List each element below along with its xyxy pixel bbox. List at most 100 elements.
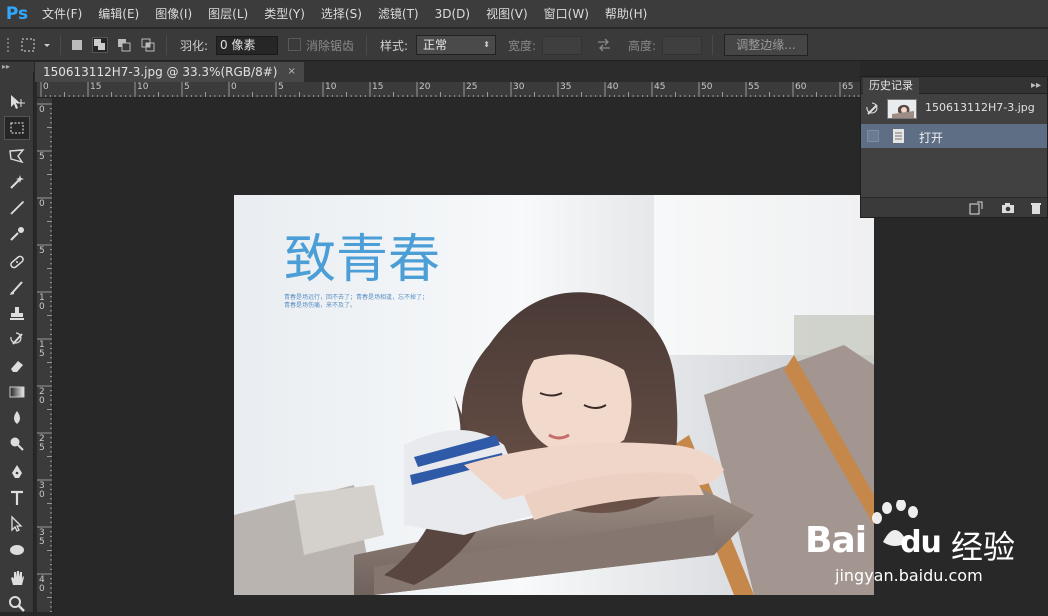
menu-filter[interactable]: 滤镜(T) [370, 0, 427, 28]
style-select-value: 正常 [423, 38, 448, 52]
watermark-brand-du: du [900, 525, 942, 560]
history-snapshot-row[interactable]: 150613112H7-3.jpg [861, 96, 1047, 122]
baidu-jingyan-watermark: Bai du 经验 jingyan.baidu.com [805, 499, 1045, 590]
ruler-label: 0 [231, 82, 237, 92]
new-selection-icon[interactable] [69, 37, 85, 53]
width-label: 宽度: [508, 39, 537, 53]
history-step-open[interactable]: 打开 [861, 124, 1047, 148]
ruler-label: 5 [278, 82, 284, 92]
select-arrows-icon: ⬍ [483, 40, 490, 49]
lasso-icon[interactable] [4, 144, 30, 168]
document-image[interactable]: 致青春 青春是场远行，回不去了；青春是场相逢，忘不掉了； 青春是场伤痛，来不及了… [234, 195, 874, 595]
gradient-icon[interactable] [4, 380, 30, 404]
add-selection-icon[interactable] [92, 37, 108, 53]
snapshot-brush-icon[interactable] [865, 101, 881, 117]
ruler-label: 45 [654, 82, 666, 92]
marquee-icon[interactable] [4, 116, 30, 140]
history-tab[interactable]: 历史记录 [863, 78, 919, 94]
ruler-label: 40 [607, 82, 619, 92]
ruler-label: 2 5 [39, 434, 45, 453]
ruler-label: 10 [137, 82, 149, 92]
step-open-label: 打开 [919, 131, 944, 145]
brush-icon[interactable] [4, 276, 30, 300]
ruler-label: 5 [39, 246, 45, 256]
menu-window[interactable]: 窗口(W) [536, 0, 597, 28]
eyedropper-icon[interactable] [4, 222, 30, 246]
menu-file[interactable]: 文件(F) [34, 0, 90, 28]
ruler-label: 65 [842, 82, 854, 92]
ruler-label: 4 0 [39, 575, 45, 594]
style-label: 样式: [380, 39, 409, 53]
clone-stamp-icon[interactable] [4, 302, 30, 326]
menu-view[interactable]: 视图(V) [478, 0, 536, 28]
document-tab[interactable]: 150613112H7-3.jpg @ 33.3%(RGB/8#) × [35, 62, 304, 82]
ruler-label: 25 [466, 82, 478, 92]
history-panel: 历史记录 ▸▸ 150613112H7-3.jpg 打开 [860, 76, 1048, 218]
zoom-icon[interactable] [4, 592, 30, 616]
rect-marquee-preset-icon[interactable] [20, 37, 36, 53]
ruler-label: 1 5 [39, 340, 45, 359]
photo-caption-2: 青春是场伤痛，来不及了。 [284, 301, 356, 309]
menu-edit[interactable]: 编辑(E) [90, 0, 147, 28]
menu-type[interactable]: 类型(Y) [256, 0, 313, 28]
ruler-label: 5 [39, 152, 45, 162]
camera-icon[interactable] [1001, 201, 1015, 215]
menu-image[interactable]: 图像(I) [147, 0, 200, 28]
snapshot-thumbnail [887, 99, 917, 119]
photo-illustration: 致青春 青春是场远行，回不去了；青春是场相逢，忘不掉了； 青春是场伤痛，来不及了… [234, 195, 874, 595]
ellipse-icon[interactable] [4, 538, 30, 562]
menu-select[interactable]: 选择(S) [313, 0, 370, 28]
document-tab-title: 150613112H7-3.jpg @ 33.3%(RGB/8#) [43, 65, 278, 79]
toolbar-collapse-icon[interactable]: ▸▸ [0, 62, 34, 72]
subtract-selection-icon[interactable] [116, 37, 132, 53]
menu-3d[interactable]: 3D(D) [427, 0, 478, 28]
history-brush-icon[interactable] [4, 328, 30, 352]
antialias-checkbox[interactable] [288, 38, 301, 51]
crop-icon[interactable] [4, 196, 30, 220]
document-icon [891, 128, 907, 144]
photoshop-logo: Ps [5, 3, 29, 24]
path-select-icon[interactable] [4, 512, 30, 536]
height-input[interactable] [662, 36, 702, 55]
step-checkbox[interactable] [867, 130, 879, 142]
hand-icon[interactable] [4, 566, 30, 590]
ruler-label: 10 [325, 82, 337, 92]
menu-help[interactable]: 帮助(H) [597, 0, 655, 28]
ruler-label: 15 [90, 82, 102, 92]
pen-icon[interactable] [4, 460, 30, 484]
swap-dimensions-icon[interactable] [596, 37, 612, 53]
blur-icon[interactable] [4, 406, 30, 430]
type-icon[interactable] [4, 486, 30, 510]
new-document-from-state-icon[interactable] [969, 201, 983, 215]
feather-label: 羽化: [180, 39, 209, 53]
watermark-brand-bai: Bai [805, 520, 867, 561]
tools-panel [0, 72, 34, 612]
move-icon[interactable] [4, 90, 30, 114]
dodge-icon[interactable] [4, 432, 30, 456]
ruler-label: 50 [701, 82, 713, 92]
healing-brush-icon[interactable] [4, 250, 30, 274]
eraser-icon[interactable] [4, 354, 30, 378]
vertical-ruler[interactable]: 0 5 0 5 1 0 1 5 2 0 2 5 3 0 3 5 4 0 [37, 98, 53, 612]
close-icon[interactable]: × [287, 62, 295, 82]
ruler-label: 30 [513, 82, 525, 92]
menu-layer[interactable]: 图层(L) [200, 0, 256, 28]
ruler-label: 0 [39, 199, 45, 209]
width-input[interactable] [542, 36, 582, 55]
preset-dropdown-icon[interactable] [42, 37, 58, 53]
intersect-selection-icon[interactable] [140, 37, 156, 53]
refine-edge-button[interactable]: 调整边缘... [724, 34, 808, 56]
panel-menu-icon[interactable]: ▸▸ [1031, 78, 1041, 94]
trash-icon[interactable] [1029, 201, 1043, 215]
watermark-url: jingyan.baidu.com [835, 566, 983, 585]
watermark-brand: Bai du [805, 520, 942, 561]
ruler-label: 5 [184, 82, 190, 92]
magic-wand-icon[interactable] [4, 170, 30, 194]
ruler-label: 1 0 [39, 293, 45, 312]
history-panel-header: 历史记录 ▸▸ [861, 77, 1047, 94]
snapshot-label: 150613112H7-3.jpg [925, 101, 1035, 114]
ruler-label: 2 0 [39, 387, 45, 406]
feather-input[interactable]: 0 像素 [216, 36, 278, 55]
ruler-label: 15 [372, 82, 384, 92]
style-select[interactable]: 正常 ⬍ [416, 35, 496, 55]
